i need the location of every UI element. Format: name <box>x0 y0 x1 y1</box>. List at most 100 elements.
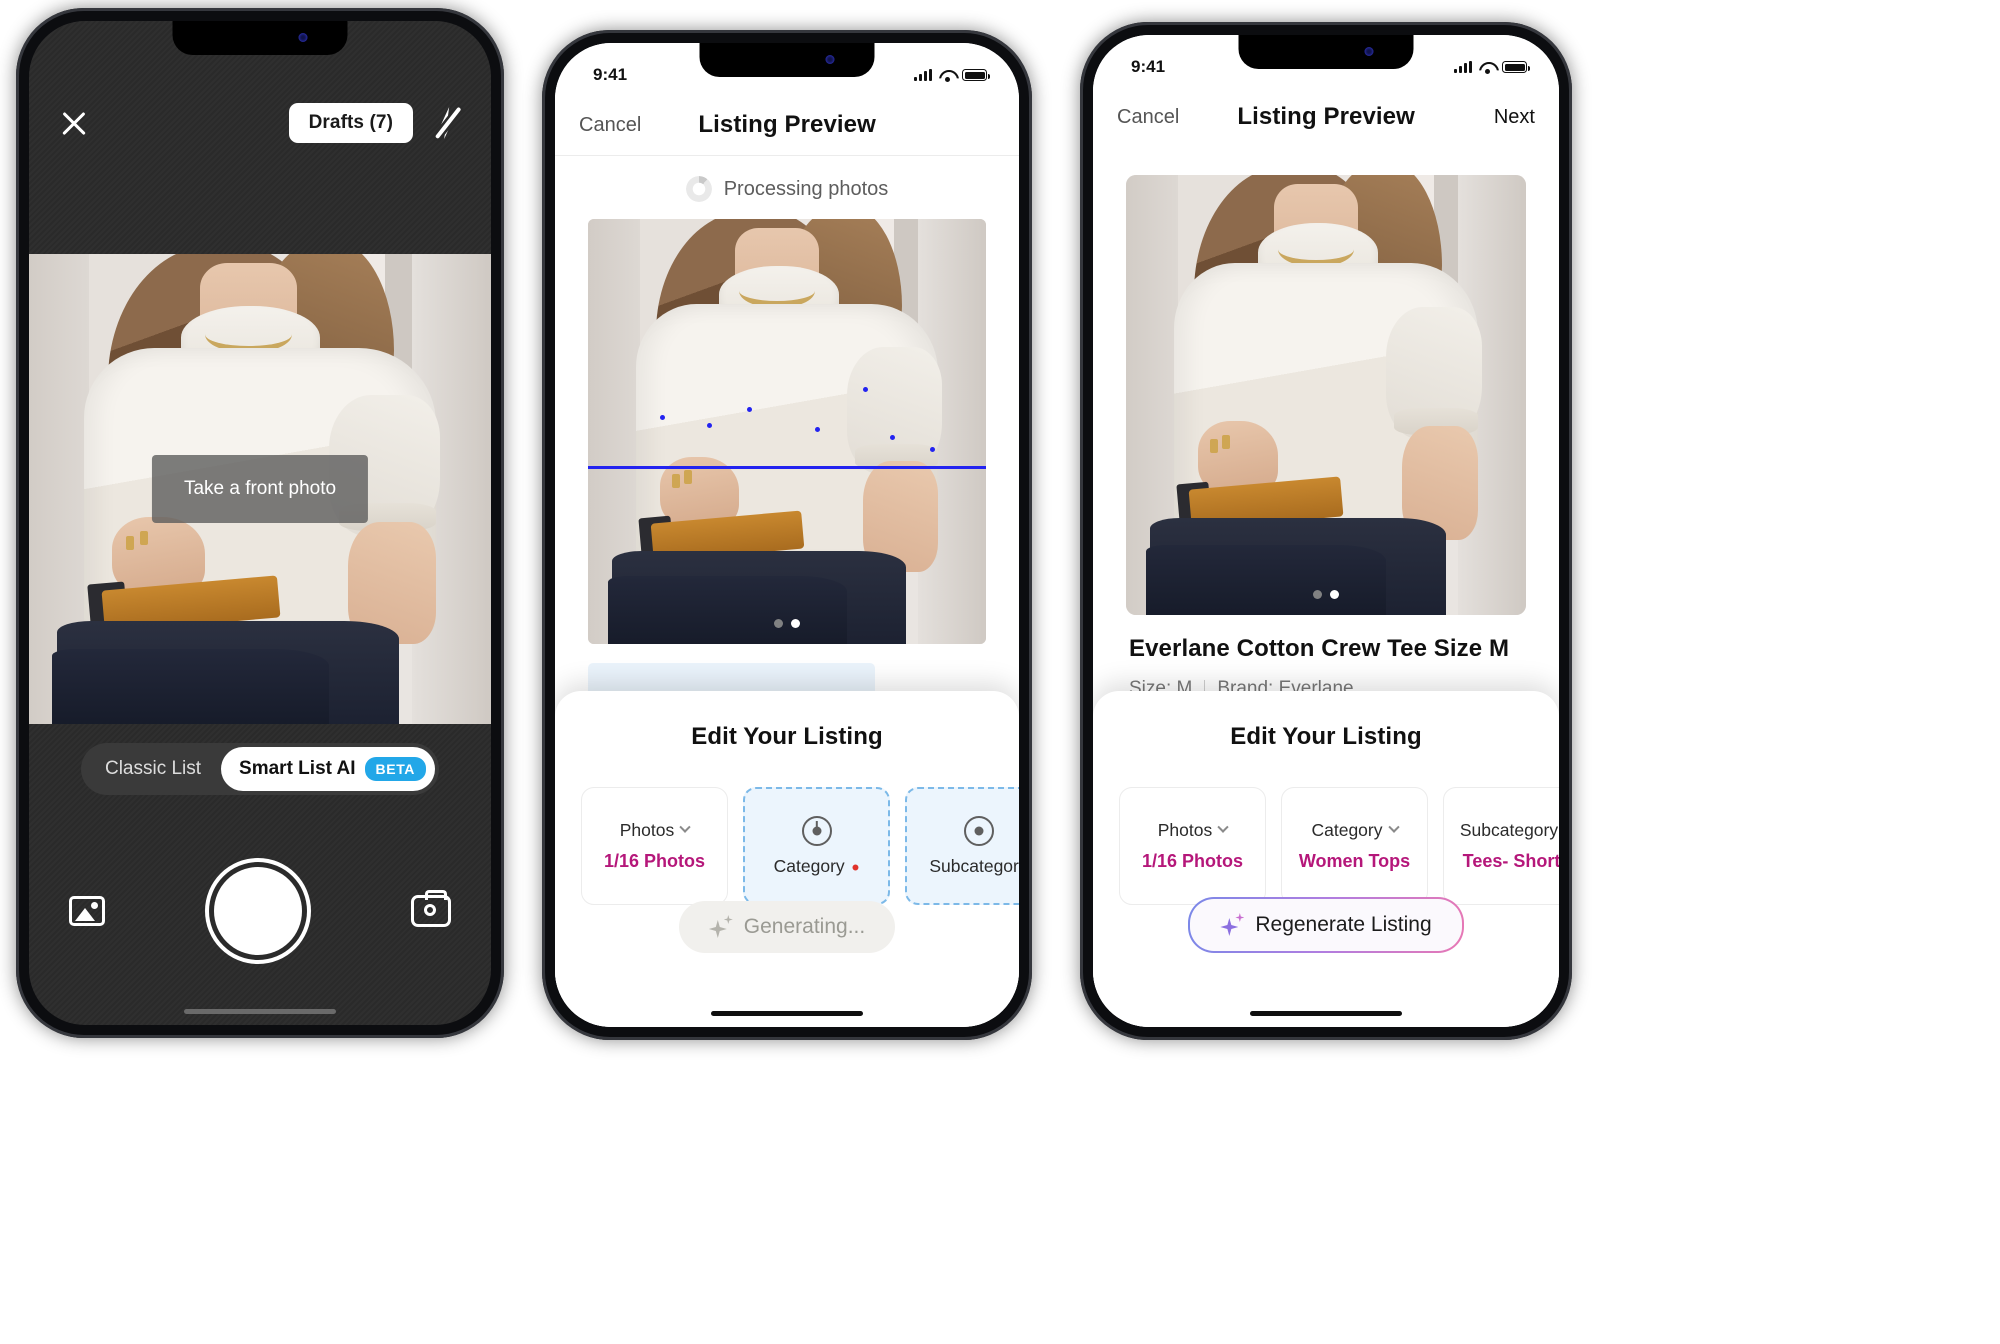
preview-screen: 9:41 Cancel Listing Preview Next Everlan… <box>1093 35 1559 1027</box>
flip-camera-icon[interactable] <box>411 890 451 927</box>
close-icon[interactable] <box>57 106 91 140</box>
phone-frame-3: 9:41 Cancel Listing Preview Next Everlan… <box>1080 22 1572 1040</box>
chip-subcategory-3[interactable]: Subcategory Tees- Short.. <box>1443 787 1559 905</box>
chip-category[interactable]: Category • <box>743 787 890 905</box>
chip-label: Category <box>773 855 845 876</box>
cancel-button-3[interactable]: Cancel <box>1117 106 1179 129</box>
ai-point <box>659 415 665 420</box>
viewfinder-hint: Take a front photo <box>151 455 369 523</box>
mode-pill: Classic List Smart List AI BETA <box>80 743 440 795</box>
photo-pager-3[interactable] <box>1313 590 1339 599</box>
photo-preview-2[interactable] <box>588 219 986 644</box>
mode-option-smart[interactable]: Smart List AI BETA <box>221 747 436 791</box>
regenerate-listing-button[interactable]: Regenerate Listing <box>1188 897 1463 953</box>
home-indicator-1 <box>184 1009 336 1014</box>
phone-panel-camera: Drafts (7) Take a front photo Classic Li… <box>0 0 520 1344</box>
notch-3 <box>1238 35 1414 69</box>
generating-button: Generating... <box>678 901 896 953</box>
page-title-3: Listing Preview <box>1237 103 1415 130</box>
ai-point <box>862 387 868 392</box>
drafts-button[interactable]: Drafts (7) <box>288 103 413 143</box>
battery-icon-2 <box>962 69 990 81</box>
chip-head: Subcategory <box>1460 820 1559 841</box>
camera-controls <box>29 863 491 959</box>
chip-subcategory[interactable]: Subcategory <box>905 787 1019 905</box>
navbar-right-2: . <box>933 114 995 137</box>
processing-status: Processing photos <box>555 163 1019 215</box>
battery-icon-3 <box>1502 61 1530 73</box>
processing-screen: 9:41 Cancel Listing Preview . <box>555 43 1019 1027</box>
cancel-button-2[interactable]: Cancel <box>579 114 641 137</box>
mode-switch: Classic List Smart List AI BETA <box>29 743 491 795</box>
status-icons-3 <box>1454 61 1530 74</box>
chip-head: Subcategory <box>929 856 1019 877</box>
phone-screen-1: Drafts (7) Take a front photo Classic Li… <box>29 21 491 1025</box>
edit-listing-sheet-3: Edit Your Listing Photos 1/16 Photos Cat… <box>1093 691 1559 1027</box>
chip-row-3[interactable]: Photos 1/16 Photos Category Women Tops S… <box>1093 787 1559 913</box>
chevron-down-icon <box>1217 821 1229 833</box>
chip-label: Subcategory <box>929 855 1019 876</box>
mode-option-classic[interactable]: Classic List <box>85 748 221 790</box>
listing-title: Everlane Cotton Crew Tee Size M <box>1129 635 1510 662</box>
page-title-2: Listing Preview <box>698 111 876 138</box>
sparkle-icon <box>708 915 733 939</box>
shutter-button[interactable] <box>214 867 302 955</box>
camera-viewfinder[interactable]: Take a front photo <box>29 254 491 724</box>
chip-value: Women Tops <box>1298 850 1411 871</box>
chip-head: Photos <box>619 819 691 841</box>
panel-divider-1 <box>520 0 528 1344</box>
ai-point <box>814 427 820 432</box>
next-button[interactable]: Next <box>1473 106 1535 129</box>
camera-topbar-right: Drafts (7) <box>288 103 463 143</box>
sparkle-icon <box>1220 913 1245 937</box>
beta-badge: BETA <box>364 757 427 781</box>
chip-row-2[interactable]: Photos 1/16 Photos Category • Subcategor… <box>555 787 1019 913</box>
status-icons-2 <box>914 69 990 82</box>
photo-pager-2[interactable] <box>774 619 800 628</box>
chevron-down-icon <box>1387 821 1400 833</box>
three-phone-mockup: Drafts (7) Take a front photo Classic Li… <box>0 0 2000 1344</box>
edit-listing-sheet-2: Edit Your Listing Photos 1/16 Photos Cat… <box>555 691 1019 1027</box>
chip-photos-3[interactable]: Photos 1/16 Photos <box>1119 787 1266 905</box>
wifi-icon-3 <box>1479 61 1495 74</box>
phone-screen-2: 9:41 Cancel Listing Preview . <box>555 43 1019 1027</box>
listing-photo-3 <box>1126 175 1526 615</box>
chip-photos[interactable]: Photos 1/16 Photos <box>581 787 728 905</box>
cta-wrap-2: Generating... <box>555 901 1019 953</box>
spinner-icon <box>685 176 712 202</box>
phone-panel-processing: 9:41 Cancel Listing Preview . <box>528 0 1058 1344</box>
chip-label: Category <box>1311 819 1383 840</box>
notch-1 <box>172 21 348 55</box>
chip-label: Subcategory <box>1459 819 1559 840</box>
chip-label: Photos <box>619 819 675 840</box>
ai-scan-line <box>588 466 986 469</box>
listing-photo-2 <box>588 219 986 644</box>
mode-option-smart-label: Smart List AI <box>239 758 356 779</box>
chip-category-3[interactable]: Category Women Tops <box>1281 787 1428 905</box>
status-time-2: 9:41 <box>593 65 628 84</box>
processing-label: Processing photos <box>723 177 889 200</box>
chip-head: Category <box>1311 819 1400 841</box>
regenerate-label: Regenerate Listing <box>1255 913 1432 936</box>
gallery-icon[interactable] <box>69 896 105 926</box>
chip-head: Photos <box>1157 819 1229 841</box>
navbar-divider-2 <box>555 155 1019 156</box>
home-indicator-3 <box>1250 1011 1402 1016</box>
navbar-2: Cancel Listing Preview . <box>555 95 1019 155</box>
chevron-down-icon <box>679 821 691 833</box>
sheet-title-3: Edit Your Listing <box>1230 723 1422 750</box>
wifi-icon-2 <box>939 69 955 82</box>
generating-label: Generating... <box>743 915 866 938</box>
photo-preview-3[interactable] <box>1126 175 1526 615</box>
phone-screen-3: 9:41 Cancel Listing Preview Next Everlan… <box>1093 35 1559 1027</box>
cta-wrap-3: Regenerate Listing <box>1093 897 1559 953</box>
cellular-icon-3 <box>1454 61 1472 73</box>
chip-label: Photos <box>1157 819 1213 840</box>
chip-value: Tees- Short.. <box>1462 850 1559 871</box>
camera-screen: Drafts (7) Take a front photo Classic Li… <box>29 21 491 1025</box>
phone-frame-2: 9:41 Cancel Listing Preview . <box>542 30 1032 1040</box>
flash-off-icon[interactable] <box>431 106 463 140</box>
panel-divider-2 <box>1058 0 1066 1344</box>
cellular-icon-2 <box>914 69 932 81</box>
loading-icon <box>963 815 994 846</box>
